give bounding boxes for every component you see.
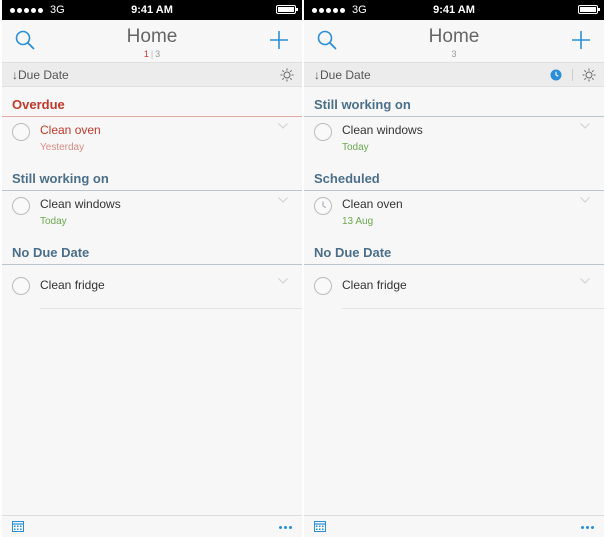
chevron-down-icon[interactable]	[580, 197, 590, 203]
task-due-date: Today	[40, 216, 67, 227]
nav-bar: Home 3	[304, 20, 604, 62]
chevron-down-icon[interactable]	[580, 123, 590, 129]
page-indicator-total: 3	[155, 49, 161, 59]
task-name: Clean oven	[342, 197, 403, 211]
task-checkbox[interactable]	[12, 123, 30, 141]
row-divider	[40, 308, 302, 309]
toolbar-divider	[572, 69, 573, 81]
nav-bar: Home 1 | 3	[2, 20, 302, 62]
page-indicator-separator: |	[150, 49, 154, 59]
section-header-still-working-on: Still working on	[304, 87, 604, 117]
page-title: Home	[126, 26, 178, 47]
page-indicator: 3	[304, 49, 604, 59]
chevron-down-icon[interactable]	[278, 197, 288, 203]
bottom-toolbar	[304, 515, 604, 537]
task-due-date: Today	[342, 142, 369, 153]
more-icon[interactable]	[279, 526, 292, 529]
calendar-icon[interactable]	[12, 521, 24, 532]
task-row[interactable]: Clean fridge	[2, 265, 302, 309]
task-name: Clean oven	[40, 123, 101, 137]
task-checkbox[interactable]	[12, 277, 30, 295]
more-icon[interactable]	[581, 526, 594, 529]
task-row[interactable]: Clean windows Today	[2, 191, 302, 235]
sort-bar: ↓Due Date	[2, 62, 302, 87]
sun-icon[interactable]	[582, 68, 596, 82]
sun-icon[interactable]	[280, 68, 294, 82]
add-icon[interactable]	[268, 29, 290, 51]
page-indicator: 1 | 3	[2, 49, 302, 59]
calendar-icon[interactable]	[314, 521, 326, 532]
status-bar: 3G 9:41 AM	[2, 0, 302, 20]
page-title: Home	[428, 26, 480, 47]
page-indicator-active: 1	[143, 49, 149, 59]
task-name: Clean windows	[40, 197, 121, 211]
task-checkbox[interactable]	[12, 197, 30, 215]
chevron-down-icon[interactable]	[278, 123, 288, 129]
phone-screen-right: 3G 9:41 AM Home 3 ↓Due Date Still workin…	[304, 0, 604, 537]
task-due-date: Yesterday	[40, 142, 85, 153]
sort-button[interactable]: ↓Due Date	[12, 68, 69, 82]
task-row[interactable]: Clean oven 13 Aug	[304, 191, 604, 235]
task-row[interactable]: Clean fridge	[304, 265, 604, 309]
section-header-overdue: Overdue	[2, 87, 302, 117]
task-name: Clean windows	[342, 123, 423, 137]
bottom-toolbar	[2, 515, 302, 537]
task-due-date: 13 Aug	[342, 216, 374, 227]
battery-icon	[578, 5, 600, 14]
phone-screen-left: 3G 9:41 AM Home 1 | 3 ↓Due Date Overdue …	[2, 0, 302, 537]
task-row[interactable]: Clean windows Today	[304, 117, 604, 161]
status-time: 9:41 AM	[433, 4, 475, 16]
section-header-still-working-on: Still working on	[2, 161, 302, 191]
clock-icon[interactable]	[550, 69, 562, 81]
section-header-no-due-date: No Due Date	[304, 235, 604, 265]
section-header-scheduled: Scheduled	[304, 161, 604, 191]
task-row[interactable]: Clean oven Yesterday	[2, 117, 302, 161]
task-name: Clean fridge	[342, 278, 407, 292]
sort-bar: ↓Due Date	[304, 62, 604, 87]
battery-icon	[276, 5, 298, 14]
task-scheduled-checkbox[interactable]	[314, 197, 332, 215]
task-name: Clean fridge	[40, 278, 105, 292]
status-bar: 3G 9:41 AM	[304, 0, 604, 20]
page-indicator-total: 3	[451, 49, 457, 59]
task-checkbox[interactable]	[314, 123, 332, 141]
row-divider	[342, 308, 604, 309]
task-checkbox[interactable]	[314, 277, 332, 295]
status-time: 9:41 AM	[131, 4, 173, 16]
clock-icon	[322, 201, 327, 209]
chevron-down-icon[interactable]	[580, 278, 590, 284]
sort-button[interactable]: ↓Due Date	[314, 68, 371, 82]
section-header-no-due-date: No Due Date	[2, 235, 302, 265]
chevron-down-icon[interactable]	[278, 278, 288, 284]
add-icon[interactable]	[570, 29, 592, 51]
